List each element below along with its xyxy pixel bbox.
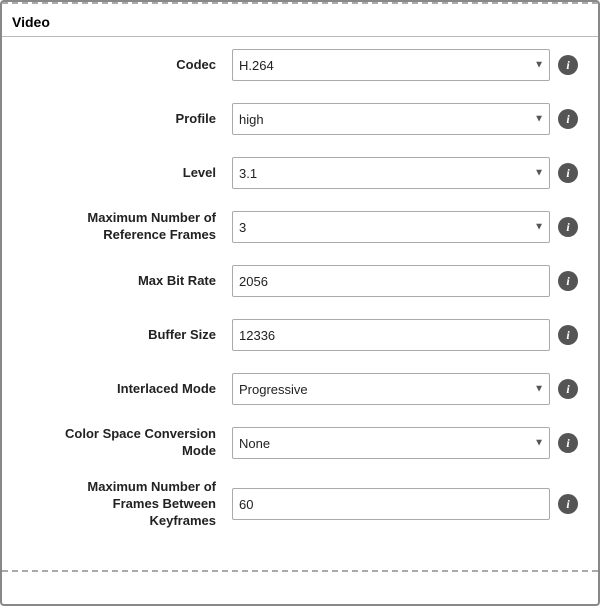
info-icon-interlaced-mode[interactable]: i xyxy=(558,379,578,399)
label-color-space: Color Space ConversionMode xyxy=(22,426,232,460)
control-interlaced-mode: ProgressiveInterlacedMBAFF▼i xyxy=(232,373,578,405)
control-color-space: NoneBT.601BT.709▼i xyxy=(232,427,578,459)
label-level: Level xyxy=(22,165,232,182)
info-icon-max-bit-rate[interactable]: i xyxy=(558,271,578,291)
control-max-ref-frames: 12345▼i xyxy=(232,211,578,243)
input-max-keyframe-interval[interactable] xyxy=(232,488,550,520)
label-buffer-size: Buffer Size xyxy=(22,327,232,344)
control-max-bit-rate: i xyxy=(232,265,578,297)
control-codec: H.264H.265MPEG-2MPEG-4▼i xyxy=(232,49,578,81)
info-icon-level[interactable]: i xyxy=(558,163,578,183)
field-row-max-ref-frames: Maximum Number ofReference Frames12345▼i xyxy=(22,209,578,245)
field-row-interlaced-mode: Interlaced ModeProgressiveInterlacedMBAF… xyxy=(22,371,578,407)
field-row-level: Level3.13.04.04.1▼i xyxy=(22,155,578,191)
field-row-profile: Profilehighmainbaseline▼i xyxy=(22,101,578,137)
field-row-max-bit-rate: Max Bit Rate i xyxy=(22,263,578,299)
info-icon-buffer-size[interactable]: i xyxy=(558,325,578,345)
info-icon-color-space[interactable]: i xyxy=(558,433,578,453)
control-buffer-size: i xyxy=(232,319,578,351)
info-icon-max-keyframe-interval[interactable]: i xyxy=(558,494,578,514)
field-row-buffer-size: Buffer Size i xyxy=(22,317,578,353)
select-level[interactable]: 3.13.04.04.1 xyxy=(232,157,550,189)
input-buffer-size[interactable] xyxy=(232,319,550,351)
control-level: 3.13.04.04.1▼i xyxy=(232,157,578,189)
info-icon-profile[interactable]: i xyxy=(558,109,578,129)
label-profile: Profile xyxy=(22,111,232,128)
label-max-bit-rate: Max Bit Rate xyxy=(22,273,232,290)
control-max-keyframe-interval: i xyxy=(232,488,578,520)
select-max-ref-frames[interactable]: 12345 xyxy=(232,211,550,243)
select-profile[interactable]: highmainbaseline xyxy=(232,103,550,135)
label-interlaced-mode: Interlaced Mode xyxy=(22,381,232,398)
control-profile: highmainbaseline▼i xyxy=(232,103,578,135)
field-row-color-space: Color Space ConversionModeNoneBT.601BT.7… xyxy=(22,425,578,461)
field-row-max-keyframe-interval: Maximum Number ofFrames BetweenKeyframes… xyxy=(22,479,578,530)
label-max-ref-frames: Maximum Number ofReference Frames xyxy=(22,210,232,244)
select-interlaced-mode[interactable]: ProgressiveInterlacedMBAFF xyxy=(232,373,550,405)
label-codec: Codec xyxy=(22,57,232,74)
select-color-space[interactable]: NoneBT.601BT.709 xyxy=(232,427,550,459)
label-max-keyframe-interval: Maximum Number ofFrames BetweenKeyframes xyxy=(22,479,232,530)
info-icon-max-ref-frames[interactable]: i xyxy=(558,217,578,237)
select-codec[interactable]: H.264H.265MPEG-2MPEG-4 xyxy=(232,49,550,81)
input-max-bit-rate[interactable] xyxy=(232,265,550,297)
field-row-codec: CodecH.264H.265MPEG-2MPEG-4▼i xyxy=(22,47,578,83)
info-icon-codec[interactable]: i xyxy=(558,55,578,75)
section-title: Video xyxy=(2,6,598,37)
